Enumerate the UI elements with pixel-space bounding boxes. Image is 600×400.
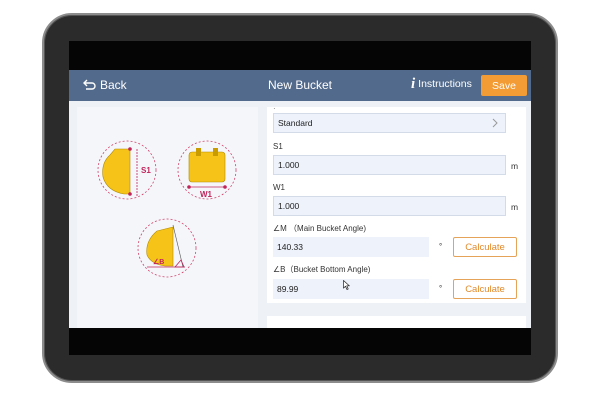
save-button[interactable]: Save xyxy=(481,75,527,96)
angle-b-diagram-icon: ∠B xyxy=(137,218,197,278)
w1-input[interactable]: 1.000 xyxy=(273,196,506,216)
screen: Back New Bucket i Instructions Save S1 W… xyxy=(69,41,531,355)
bucket-form: · Standard S1 1.000 m W1 1.000 m ∠M （Mai… xyxy=(267,104,526,303)
app-window: Back New Bucket i Instructions Save S1 W… xyxy=(69,70,531,328)
w1-diagram-label: W1 xyxy=(200,190,213,199)
next-section-card xyxy=(267,316,526,328)
bucket-diagram-panel: S1 W1 ∠B xyxy=(77,107,258,328)
angle-m-input[interactable]: 140.33 xyxy=(273,237,429,257)
instructions-button[interactable]: i Instructions xyxy=(411,76,472,92)
instructions-label: Instructions xyxy=(418,78,472,90)
angle-m-unit: ° xyxy=(439,242,443,251)
calculate-angle-b-button[interactable]: Calculate xyxy=(453,279,517,299)
s1-unit: m xyxy=(511,161,519,171)
w1-diagram-icon: W1 xyxy=(177,140,237,200)
angle-b-input[interactable]: 89.99 xyxy=(273,279,429,299)
status-bar xyxy=(69,41,531,70)
s1-input[interactable]: 1.000 xyxy=(273,155,506,175)
bucket-type-select[interactable]: Standard xyxy=(273,113,506,133)
w1-unit: m xyxy=(511,202,519,212)
angle-b-unit: ° xyxy=(439,284,443,293)
mouse-cursor-icon xyxy=(343,280,350,290)
type-label-cut: · xyxy=(273,104,276,113)
navigation-bar xyxy=(69,328,531,355)
w1-label: W1 xyxy=(273,183,285,192)
calculate-angle-m-button[interactable]: Calculate xyxy=(453,237,517,257)
s1-label: S1 xyxy=(273,142,283,151)
s1-diagram-label: S1 xyxy=(141,166,151,175)
header-bar: Back New Bucket i Instructions Save xyxy=(69,70,531,101)
angle-b-diagram-label: ∠B xyxy=(153,258,164,266)
chevron-right-icon xyxy=(492,118,498,128)
bucket-type-value: Standard xyxy=(278,118,313,128)
s1-diagram-icon: S1 xyxy=(97,140,157,200)
bucket-diagrams: S1 W1 ∠B xyxy=(97,140,237,278)
angle-m-label: ∠M （Main Bucket Angle) xyxy=(273,224,366,233)
info-icon: i xyxy=(411,76,416,92)
angle-b-label: ∠B（Bucket Bottom Angle) xyxy=(273,265,371,274)
